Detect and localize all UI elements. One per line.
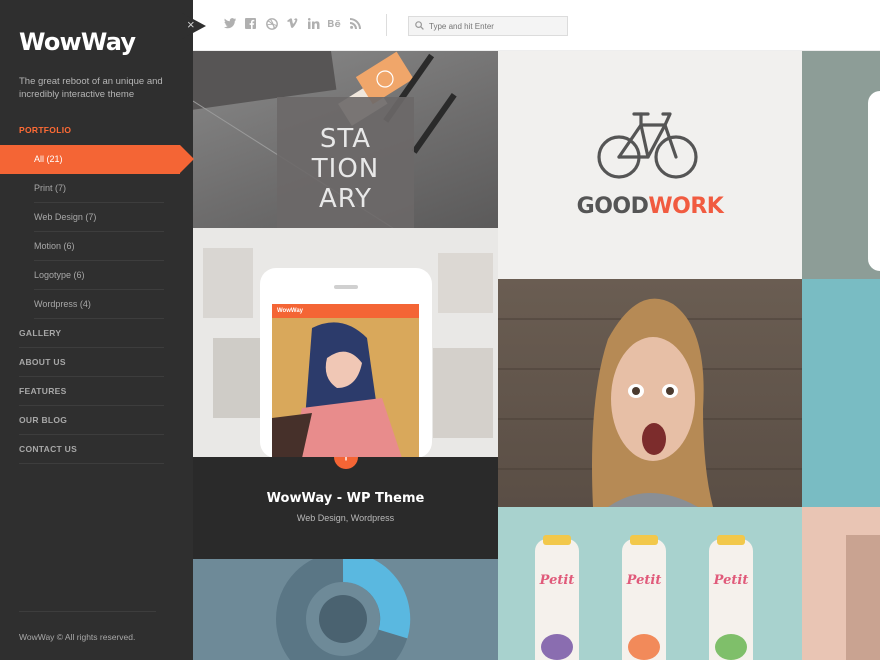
dribbble-icon[interactable] xyxy=(265,17,278,30)
bottle-fruit xyxy=(541,634,573,660)
portfolio-tile-stationary[interactable]: STA TION ARY xyxy=(193,51,498,228)
bottle-label: Petit xyxy=(626,573,662,588)
goodwork-good: GOOD xyxy=(576,194,649,219)
portfolio-tile-device[interactable]: WowWay xyxy=(193,228,498,457)
linkedin-icon[interactable] xyxy=(307,17,320,30)
bottle-fruit xyxy=(628,634,660,660)
phone-speaker xyxy=(334,285,358,289)
portfolio-tile-bottles[interactable]: Petit Petit Petit xyxy=(498,507,802,660)
phone-screen: WowWay xyxy=(272,304,419,457)
logo[interactable]: WowWay xyxy=(19,28,136,56)
nav-subitem-all[interactable]: All (21) xyxy=(0,145,194,174)
nav-item-about-us[interactable]: ABOUT US xyxy=(19,348,164,377)
nav-subitem-motion[interactable]: Motion (6) xyxy=(34,232,164,261)
copyright: WowWay © All rights reserved. xyxy=(19,611,156,642)
nav-item-features[interactable]: FEATURES xyxy=(19,377,164,406)
stationary-line: ARY xyxy=(318,184,373,214)
search-box[interactable] xyxy=(408,16,568,36)
portfolio-tile-partial[interactable] xyxy=(802,51,880,279)
nav-item-our-blog[interactable]: OUR BLOG xyxy=(19,406,164,435)
item-categories: Web Design, Wordpress xyxy=(296,513,395,523)
facebook-icon[interactable] xyxy=(244,17,257,30)
portfolio-tile-portrait[interactable] xyxy=(498,279,802,507)
nav-item-portfolio[interactable]: PORTFOLIO xyxy=(19,116,164,145)
phone-mockup: WowWay xyxy=(260,268,432,457)
search-input[interactable] xyxy=(429,21,559,31)
goodwork-work: WORK xyxy=(648,194,724,219)
bicycle-icon xyxy=(597,112,698,179)
donut-graphic xyxy=(276,559,411,660)
plus-icon[interactable]: + xyxy=(334,457,358,469)
close-icon: × xyxy=(187,17,195,32)
portfolio-tile-donut[interactable] xyxy=(193,559,498,660)
close-sidebar-button[interactable]: × xyxy=(180,12,208,40)
nav-subitem-wordpress[interactable]: Wordpress (4) xyxy=(34,290,164,319)
portrait-image xyxy=(498,298,802,507)
stationary-title: STA TION ARY xyxy=(277,124,414,214)
behance-icon[interactable] xyxy=(328,17,341,30)
partial-device xyxy=(868,91,880,271)
social-links xyxy=(223,17,362,30)
bottle-label: Petit xyxy=(539,573,575,588)
bottle-cap xyxy=(630,535,658,545)
rss-icon[interactable] xyxy=(349,17,362,30)
nav-subitem-web-design[interactable]: Web Design (7) xyxy=(34,203,164,232)
stationary-line: STA xyxy=(319,124,372,154)
bottle-fruit xyxy=(715,634,747,660)
nav-subitem-logotype[interactable]: Logotype (6) xyxy=(34,261,164,290)
bottle: Petit xyxy=(535,535,579,660)
bottle-cap xyxy=(543,535,571,545)
bottle: Petit xyxy=(709,535,753,660)
tagline: The great reboot of an unique and incred… xyxy=(19,76,163,100)
portfolio-tile-partial-2[interactable] xyxy=(802,279,880,507)
divider xyxy=(386,14,387,36)
vimeo-icon[interactable] xyxy=(286,17,299,30)
goodwork-logo: GOODWORK xyxy=(498,194,802,219)
sidebar: WowWay The great reboot of an unique and… xyxy=(0,0,194,660)
search-icon xyxy=(415,17,424,35)
bottle: Petit xyxy=(622,535,666,660)
nav-subitem-print[interactable]: Print (7) xyxy=(34,174,164,203)
bottle-label: Petit xyxy=(713,573,749,588)
twitter-icon[interactable] xyxy=(223,17,236,30)
stationary-line: TION xyxy=(311,154,380,184)
main-nav: PORTFOLIO All (21) Print (7) Web Design … xyxy=(0,116,194,464)
partial-object xyxy=(846,535,880,660)
phone-screen-logo: WowWay xyxy=(272,304,419,318)
phone-artwork xyxy=(272,318,419,457)
portfolio-tile-partial-3[interactable] xyxy=(802,507,880,660)
top-bar xyxy=(193,0,880,51)
item-title[interactable]: WowWay - WP Theme xyxy=(193,491,498,506)
portfolio-tile-goodwork[interactable]: GOODWORK xyxy=(498,51,802,279)
portfolio-item-caption[interactable]: + WowWay - WP Theme Web Design, Wordpres… xyxy=(193,457,498,559)
bottle-cap xyxy=(717,535,745,545)
nav-item-contact-us[interactable]: CONTACT US xyxy=(19,435,164,464)
nav-item-gallery[interactable]: GALLERY xyxy=(19,319,164,348)
